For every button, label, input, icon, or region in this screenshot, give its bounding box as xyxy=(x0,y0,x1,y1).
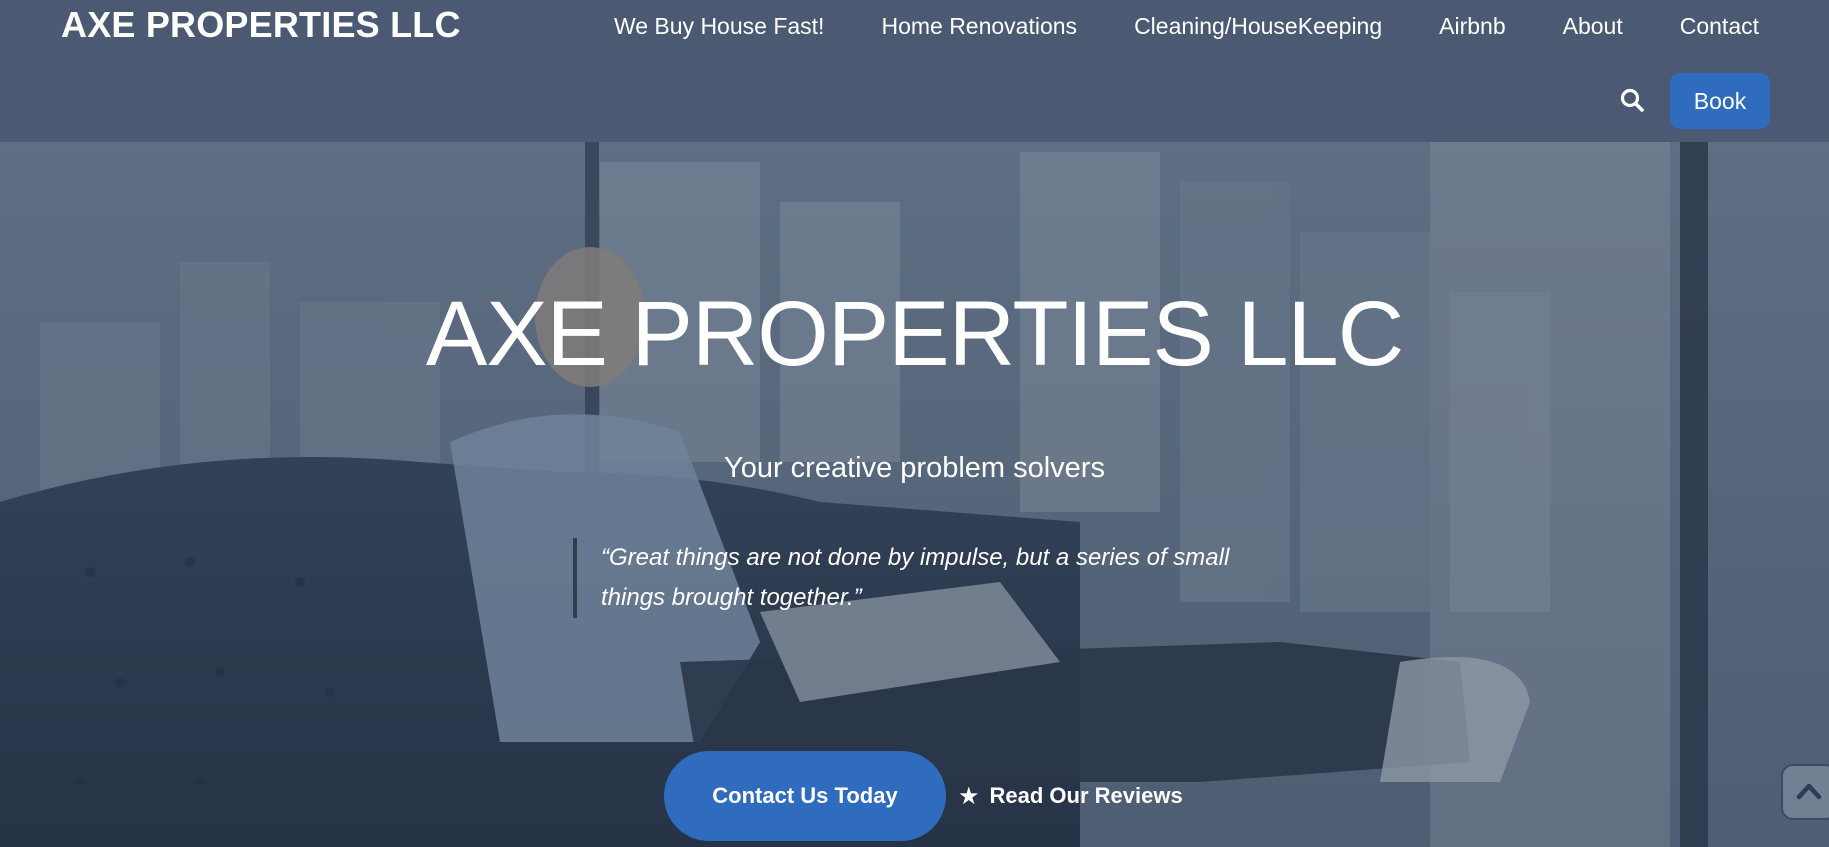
nav-link-airbnb[interactable]: Airbnb xyxy=(1439,10,1505,42)
star-icon: ★ xyxy=(958,782,980,810)
hero-subtitle: Your creative problem solvers xyxy=(724,452,1105,484)
book-button[interactable]: Book xyxy=(1670,73,1770,129)
read-reviews-link[interactable]: ★ Read Our Reviews xyxy=(958,782,1183,811)
hero-title: AXE PROPERTIES LLC xyxy=(425,283,1404,385)
hero-quote: “Great things are not done by impulse, b… xyxy=(573,538,1273,618)
nav-link-contact[interactable]: Contact xyxy=(1680,10,1759,42)
site-logo[interactable]: AXE PROPERTIES LLC xyxy=(61,4,461,46)
read-reviews-label: Read Our Reviews xyxy=(989,783,1183,808)
nav-link-cleaning-housekeeping[interactable]: Cleaning/HouseKeeping xyxy=(1134,10,1382,42)
contact-us-button[interactable]: Contact Us Today xyxy=(664,751,946,841)
nav-link-we-buy-house-fast[interactable]: We Buy House Fast! xyxy=(614,10,825,42)
nav-link-about[interactable]: About xyxy=(1563,10,1623,42)
cta-row: Contact Us Today ★ Read Our Reviews xyxy=(664,751,1183,841)
main-nav: We Buy House Fast! Home Renovations Clea… xyxy=(557,10,1759,42)
nav-link-home-renovations[interactable]: Home Renovations xyxy=(881,10,1077,42)
search-icon[interactable] xyxy=(1618,86,1648,116)
scroll-to-top-button[interactable] xyxy=(1781,764,1829,820)
hero-section: AXE PROPERTIES LLC Your creative problem… xyxy=(0,142,1829,847)
chevron-up-icon xyxy=(1796,783,1822,800)
hero-overlay xyxy=(0,142,1829,847)
site-header: AXE PROPERTIES LLC We Buy House Fast! Ho… xyxy=(0,0,1829,142)
